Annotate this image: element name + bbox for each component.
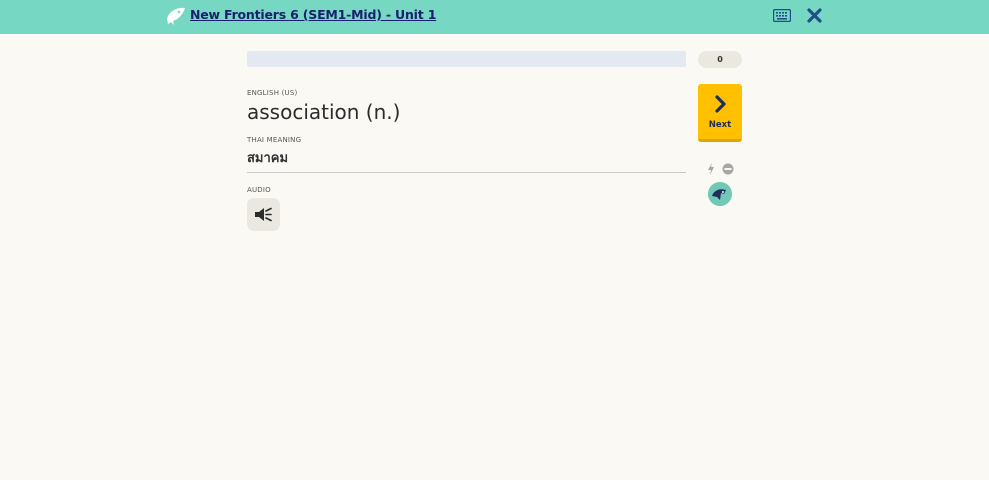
top-bar: New Frontiers 6 (SEM1-Mid) - Unit 1	[0, 0, 989, 34]
audio-label: AUDIO	[247, 186, 271, 194]
word-prompt: association (n.)	[247, 100, 401, 124]
course-title-link[interactable]: New Frontiers 6 (SEM1-Mid) - Unit 1	[190, 7, 436, 22]
next-button-label: Next	[708, 120, 732, 130]
speaker-icon	[255, 207, 272, 222]
keyboard-icon[interactable]	[773, 9, 791, 22]
next-button[interactable]: Next	[698, 84, 742, 142]
audio-play-button[interactable]	[247, 198, 280, 231]
divider	[247, 172, 686, 173]
score-badge: 0	[698, 51, 742, 68]
avatar-image	[708, 182, 732, 206]
close-icon[interactable]	[807, 8, 822, 23]
meaning-label: THAI MEANING	[247, 136, 302, 144]
progress-bar	[247, 51, 686, 67]
ignore-icon[interactable]	[722, 163, 734, 175]
bolt-icon	[708, 163, 714, 175]
avatar[interactable]	[708, 182, 732, 206]
prompt-language-label: ENGLISH (US)	[247, 89, 298, 97]
memrise-logo-icon[interactable]	[165, 5, 187, 27]
meaning-text: สมาคม	[247, 151, 289, 166]
chevron-right-icon	[715, 95, 726, 113]
